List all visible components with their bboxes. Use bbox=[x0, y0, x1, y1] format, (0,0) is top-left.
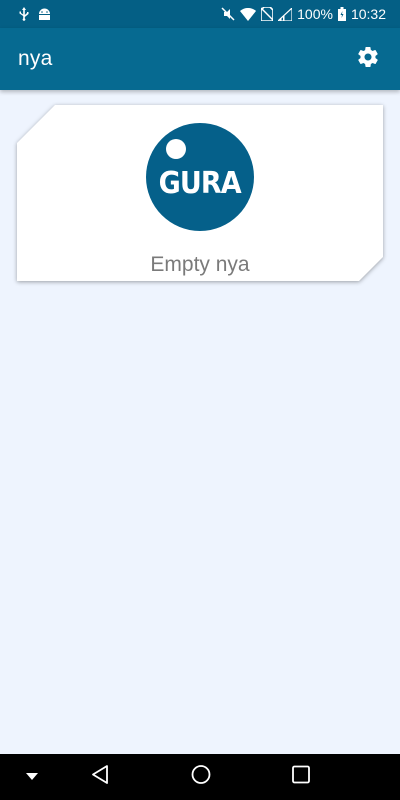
settings-button[interactable] bbox=[354, 45, 382, 73]
avatar-text: GURA bbox=[158, 165, 242, 201]
no-sim-icon bbox=[261, 7, 274, 21]
android-icon bbox=[38, 8, 51, 21]
gear-icon bbox=[356, 45, 380, 74]
back-icon[interactable] bbox=[91, 765, 109, 790]
signal-icon bbox=[278, 7, 293, 21]
recents-icon[interactable] bbox=[292, 765, 310, 789]
status-left bbox=[18, 7, 51, 21]
wifi-icon bbox=[240, 7, 257, 21]
empty-card: GURA Empty nya bbox=[17, 105, 383, 281]
clock: 10:32 bbox=[350, 6, 386, 22]
empty-label: Empty nya bbox=[150, 253, 250, 276]
gura-avatar: GURA bbox=[146, 123, 254, 231]
nav-bar bbox=[0, 754, 400, 800]
status-right: 100% 10:32 bbox=[221, 6, 386, 22]
mute-icon bbox=[221, 7, 235, 21]
home-icon[interactable] bbox=[191, 765, 211, 790]
battery-percent: 100% bbox=[297, 6, 333, 22]
app-bar: nya bbox=[0, 28, 400, 90]
battery-icon bbox=[337, 7, 346, 21]
status-bar: 100% 10:32 bbox=[0, 0, 400, 28]
keyboard-hide-icon[interactable] bbox=[26, 768, 38, 786]
app-title: nya bbox=[18, 47, 53, 70]
usb-icon bbox=[18, 7, 30, 21]
avatar-dot bbox=[166, 139, 186, 159]
empty-card-body: GURA Empty nya bbox=[17, 105, 383, 281]
